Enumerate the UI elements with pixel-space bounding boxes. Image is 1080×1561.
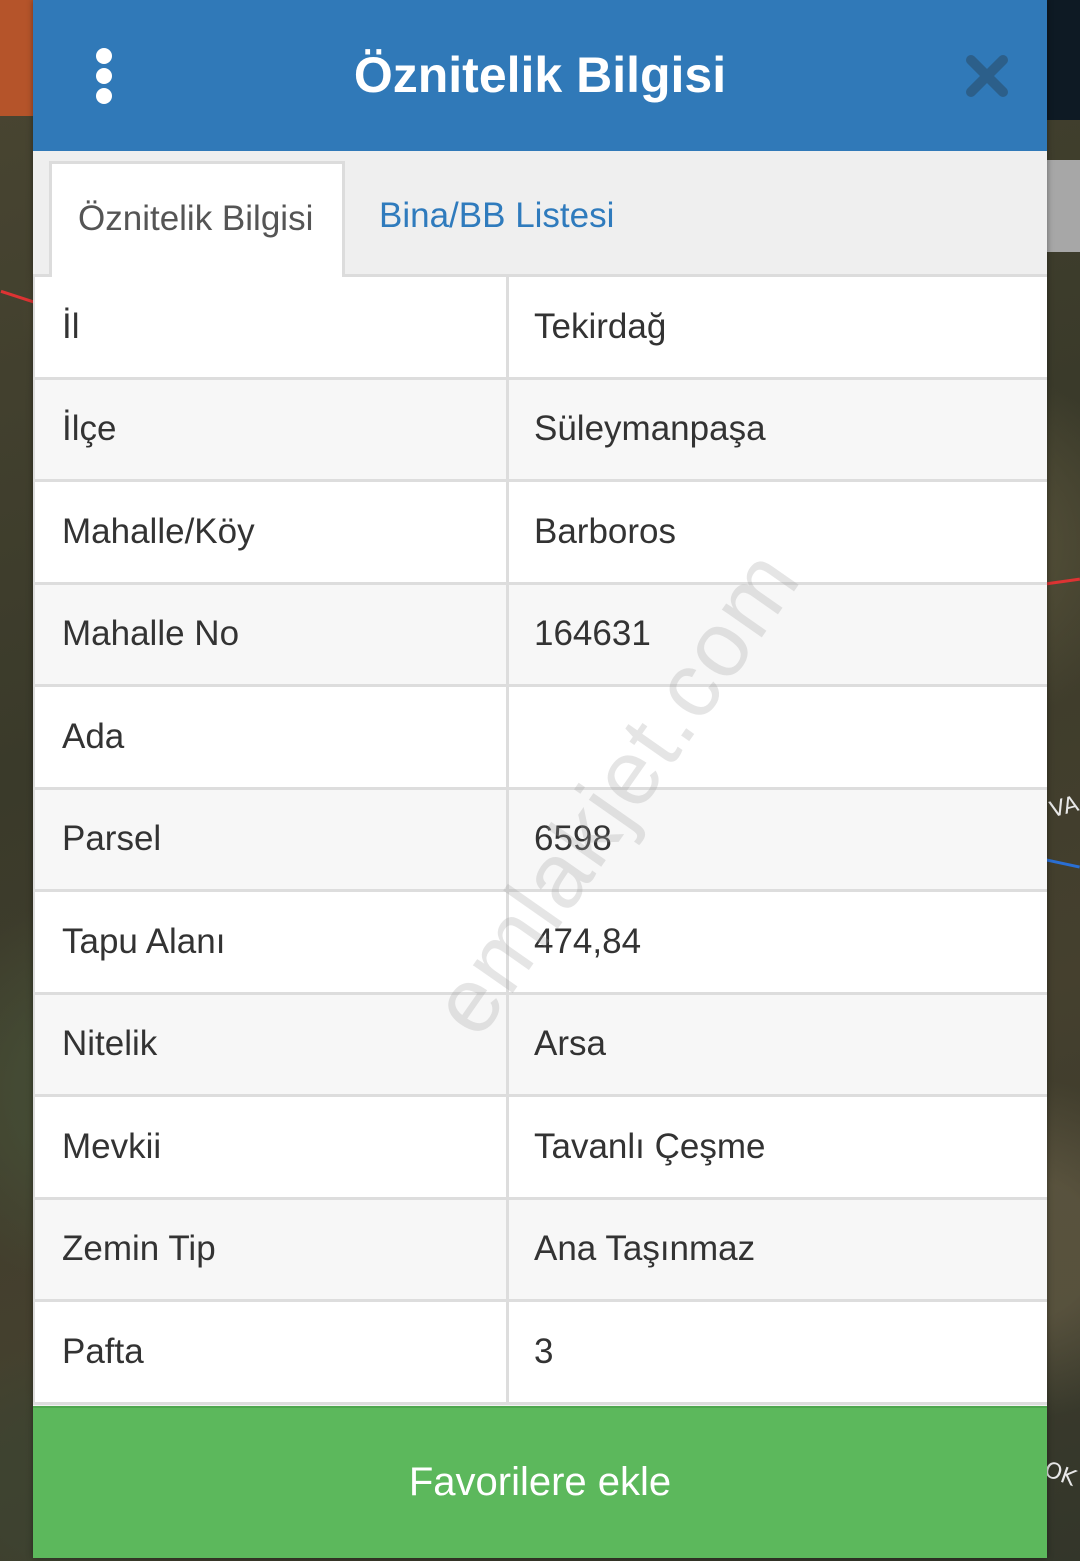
table-row: Mevkii Tavanlı Çeşme bbox=[33, 1097, 1047, 1200]
table-row: Nitelik Arsa bbox=[33, 994, 1047, 1097]
attribute-key: Tapu Alanı bbox=[33, 892, 509, 992]
attribute-key: Mahalle No bbox=[33, 584, 509, 684]
attribute-value: 474,84 bbox=[534, 921, 642, 961]
tab-bar: Öznitelik Bilgisi Bina/BB Listesi bbox=[33, 151, 1047, 279]
attribute-value: Ana Taşınmaz bbox=[534, 1229, 756, 1269]
attribute-value: Arsa bbox=[534, 1024, 606, 1064]
attribute-key: İlçe bbox=[33, 379, 509, 479]
attribute-key: Mahalle/Köy bbox=[33, 482, 509, 582]
attribute-key: Nitelik bbox=[33, 994, 509, 1094]
attribute-value: 164631 bbox=[534, 614, 651, 654]
table-row: İl Tekirdağ bbox=[33, 277, 1047, 380]
attribute-key: Parsel bbox=[33, 789, 509, 889]
attribute-key: Pafta bbox=[33, 1302, 509, 1402]
attribute-key: Ada bbox=[33, 687, 509, 787]
table-row: Mahalle No 164631 bbox=[33, 584, 1047, 687]
attribute-key: İl bbox=[33, 277, 509, 377]
table-row: Tapu Alanı 474,84 bbox=[33, 892, 1047, 995]
attribute-value bbox=[509, 687, 1047, 787]
attribute-value: Tavanlı Çeşme bbox=[534, 1126, 766, 1166]
dialog-header: Öznitelik Bilgisi bbox=[33, 0, 1047, 151]
tab-building-list[interactable]: Bina/BB Listesi bbox=[353, 161, 640, 279]
attribute-table: İl Tekirdağ İlçe Süleymanpaşa Mahalle/Kö… bbox=[33, 277, 1047, 1405]
table-row: Parsel 6598 bbox=[33, 789, 1047, 892]
tab-attribute-info[interactable]: Öznitelik Bilgisi bbox=[49, 161, 345, 279]
attribute-value: 3 bbox=[534, 1331, 554, 1371]
dialog-title: Öznitelik Bilgisi bbox=[353, 47, 727, 103]
table-row: Ada bbox=[33, 687, 1047, 790]
table-row: Pafta 3 bbox=[33, 1302, 1047, 1405]
attribute-dialog: Öznitelik Bilgisi Öznitelik Bilgisi Bina… bbox=[33, 0, 1047, 1558]
attribute-key: Zemin Tip bbox=[33, 1199, 509, 1299]
attribute-value: Tekirdağ bbox=[534, 306, 667, 346]
attribute-value: Süleymanpaşa bbox=[534, 409, 766, 449]
close-icon[interactable] bbox=[965, 54, 1009, 98]
table-row: Zemin Tip Ana Taşınmaz bbox=[33, 1199, 1047, 1302]
map-feature bbox=[1046, 160, 1080, 252]
table-row: Mahalle/Köy Barboros bbox=[33, 482, 1047, 585]
attribute-value: 6598 bbox=[534, 819, 612, 859]
attribute-value: Barboros bbox=[534, 511, 677, 551]
map-feature bbox=[1046, 0, 1080, 120]
table-row: İlçe Süleymanpaşa bbox=[33, 379, 1047, 482]
attribute-key: Mevkii bbox=[33, 1097, 509, 1197]
add-to-favorites-button[interactable]: Favorilere ekle bbox=[33, 1406, 1047, 1558]
